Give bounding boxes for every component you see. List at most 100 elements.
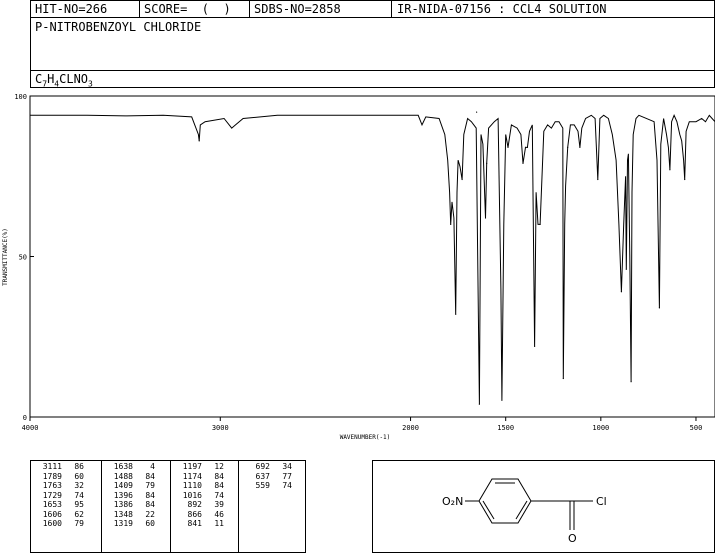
peak-transmittance: 60 (74, 471, 84, 481)
formula-row-divider (30, 70, 715, 71)
header-col-divider-1 (139, 0, 140, 17)
peak-transmittance: 39 (214, 500, 224, 509)
y-tick-label: 50 (19, 254, 27, 262)
peak-wavenumber: 1763 (42, 481, 62, 490)
plot-frame (29, 95, 715, 418)
peak-table-column: 692 34 637 77 559 74 (242, 462, 294, 491)
score-field: SCORE= ( ) (144, 2, 231, 16)
peak-point (597, 178, 599, 181)
peak-table-divider-3 (238, 460, 239, 553)
peak-table-column: 1638 4 1488 84 1409 79 1396 84 1386 84 1348 22 1319 6… (105, 462, 157, 529)
hit-number: HIT-NO=266 (35, 2, 108, 16)
peak-table-column: 1197 12 1174 84 1110 84 1016 74 892 39 866 46 841 11 (174, 462, 226, 529)
compound-name: P-NITROBENZOYL CHLORIDE (35, 20, 202, 34)
peak-point (478, 403, 480, 405)
peak-point (539, 223, 541, 225)
peak-transmittance: 74 (282, 481, 292, 490)
peak-wavenumber: 1488 (113, 471, 133, 481)
peak-transmittance: 12 (214, 462, 224, 471)
peak-wavenumber: 1606 (42, 509, 62, 519)
peak-table-row: 1729 74 (34, 491, 86, 501)
peak-wavenumber: 1174 (182, 471, 202, 481)
peak-wavenumber: 1638 (113, 462, 133, 471)
sdbs-number: SDBS-NO=2858 (254, 2, 341, 16)
peak-point (461, 178, 463, 181)
peak-transmittance: 74 (74, 490, 84, 500)
peak-transmittance: 60 (145, 519, 155, 528)
peak-wavenumber: 1409 (113, 481, 133, 490)
peak-table-row: 866 46 (174, 510, 226, 520)
peak-point (484, 217, 487, 219)
peak-transmittance: 11 (214, 519, 224, 528)
peak-transmittance: 84 (145, 500, 155, 509)
peak-transmittance: 34 (282, 462, 292, 471)
peak-transmittance: 74 (214, 490, 224, 500)
peak-point (562, 377, 564, 380)
peak-transmittance: 84 (214, 471, 224, 481)
x-tick-label: 500 (690, 424, 703, 432)
peak-wavenumber: 1396 (113, 490, 133, 500)
peak-table-row: 841 11 (174, 519, 226, 529)
peak-table-row: 1386 84 (105, 500, 157, 510)
peak-transmittance: 46 (214, 509, 224, 519)
peak-transmittance: 84 (214, 481, 224, 490)
peak-wavenumber: 692 (255, 462, 270, 471)
peak-transmittance: 77 (282, 471, 292, 481)
peak-point (625, 268, 627, 270)
peak-wavenumber: 1600 (42, 519, 62, 528)
peak-point (507, 146, 509, 148)
peak-table-row: 692 34 (242, 462, 294, 472)
peak-point (486, 162, 488, 164)
header-col-divider-3 (391, 0, 392, 17)
peak-wavenumber: 1110 (182, 481, 202, 490)
peak-transmittance: 32 (74, 481, 84, 490)
ir-spectrum-chart: 0 50 100 4000 3000 2000 1500 1000 500 TRANSMITT… (2, 93, 715, 441)
peak-wavenumber: 1729 (42, 490, 62, 500)
peak-point (522, 162, 524, 164)
peak-wavenumber: 1789 (42, 471, 62, 481)
peak-transmittance: 95 (74, 500, 84, 509)
peak-table-divider-1 (101, 460, 102, 553)
peak-table-row: 637 77 (242, 472, 294, 482)
peak-wavenumber: 892 (187, 500, 202, 509)
oxygen-label: O (568, 532, 577, 545)
peak-wavenumber: 1016 (182, 490, 202, 500)
peak-table-row: 1789 60 (34, 472, 86, 482)
x-axis-label: WAVENUMBER(-1) (340, 434, 391, 441)
peak-wavenumber: 1386 (113, 500, 133, 509)
peak-point (620, 291, 623, 293)
header-col-divider-2 (249, 0, 250, 17)
peak-point (684, 178, 686, 181)
peak-transmittance: 84 (145, 471, 155, 481)
peak-point (526, 146, 529, 148)
peak-point (450, 223, 452, 225)
peak-table-row: 559 74 (242, 481, 294, 491)
peak-table-row: 1110 84 (174, 481, 226, 491)
header-panel (30, 0, 715, 88)
peak-table-row: 1763 32 (34, 481, 86, 491)
peak-table-row: 1653 95 (34, 500, 86, 510)
x-tick-label: 3000 (212, 424, 229, 432)
peak-wavenumber: 3111 (42, 462, 62, 471)
chlorine-label: Cl (596, 495, 607, 508)
peak-wavenumber: 866 (187, 509, 202, 519)
peak-transmittance: 62 (74, 509, 84, 519)
peak-table-row: 892 39 (174, 500, 226, 510)
peak-point (524, 146, 527, 148)
structure-diagram: O₂N Cl O (442, 478, 607, 545)
peak-point (579, 146, 581, 148)
peak-transmittance: 86 (74, 462, 84, 471)
peak-point (455, 313, 457, 315)
x-tick-label: 1500 (497, 424, 514, 432)
x-tick-label: 4000 (22, 424, 39, 432)
peak-table-row: 1396 84 (105, 491, 157, 501)
header-row-divider (30, 17, 715, 18)
peak-table-row: 1174 84 (174, 472, 226, 482)
y-axis-label: TRANSMITTANCE(%) (2, 228, 9, 286)
peak-table-row: 1409 79 (105, 481, 157, 491)
peak-table-divider-2 (170, 460, 171, 553)
peak-table-row: 1600 79 (34, 519, 86, 529)
y-tick-label: 0 (23, 414, 27, 422)
peak-wavenumber: 1197 (182, 462, 202, 471)
peak-point (534, 345, 536, 347)
